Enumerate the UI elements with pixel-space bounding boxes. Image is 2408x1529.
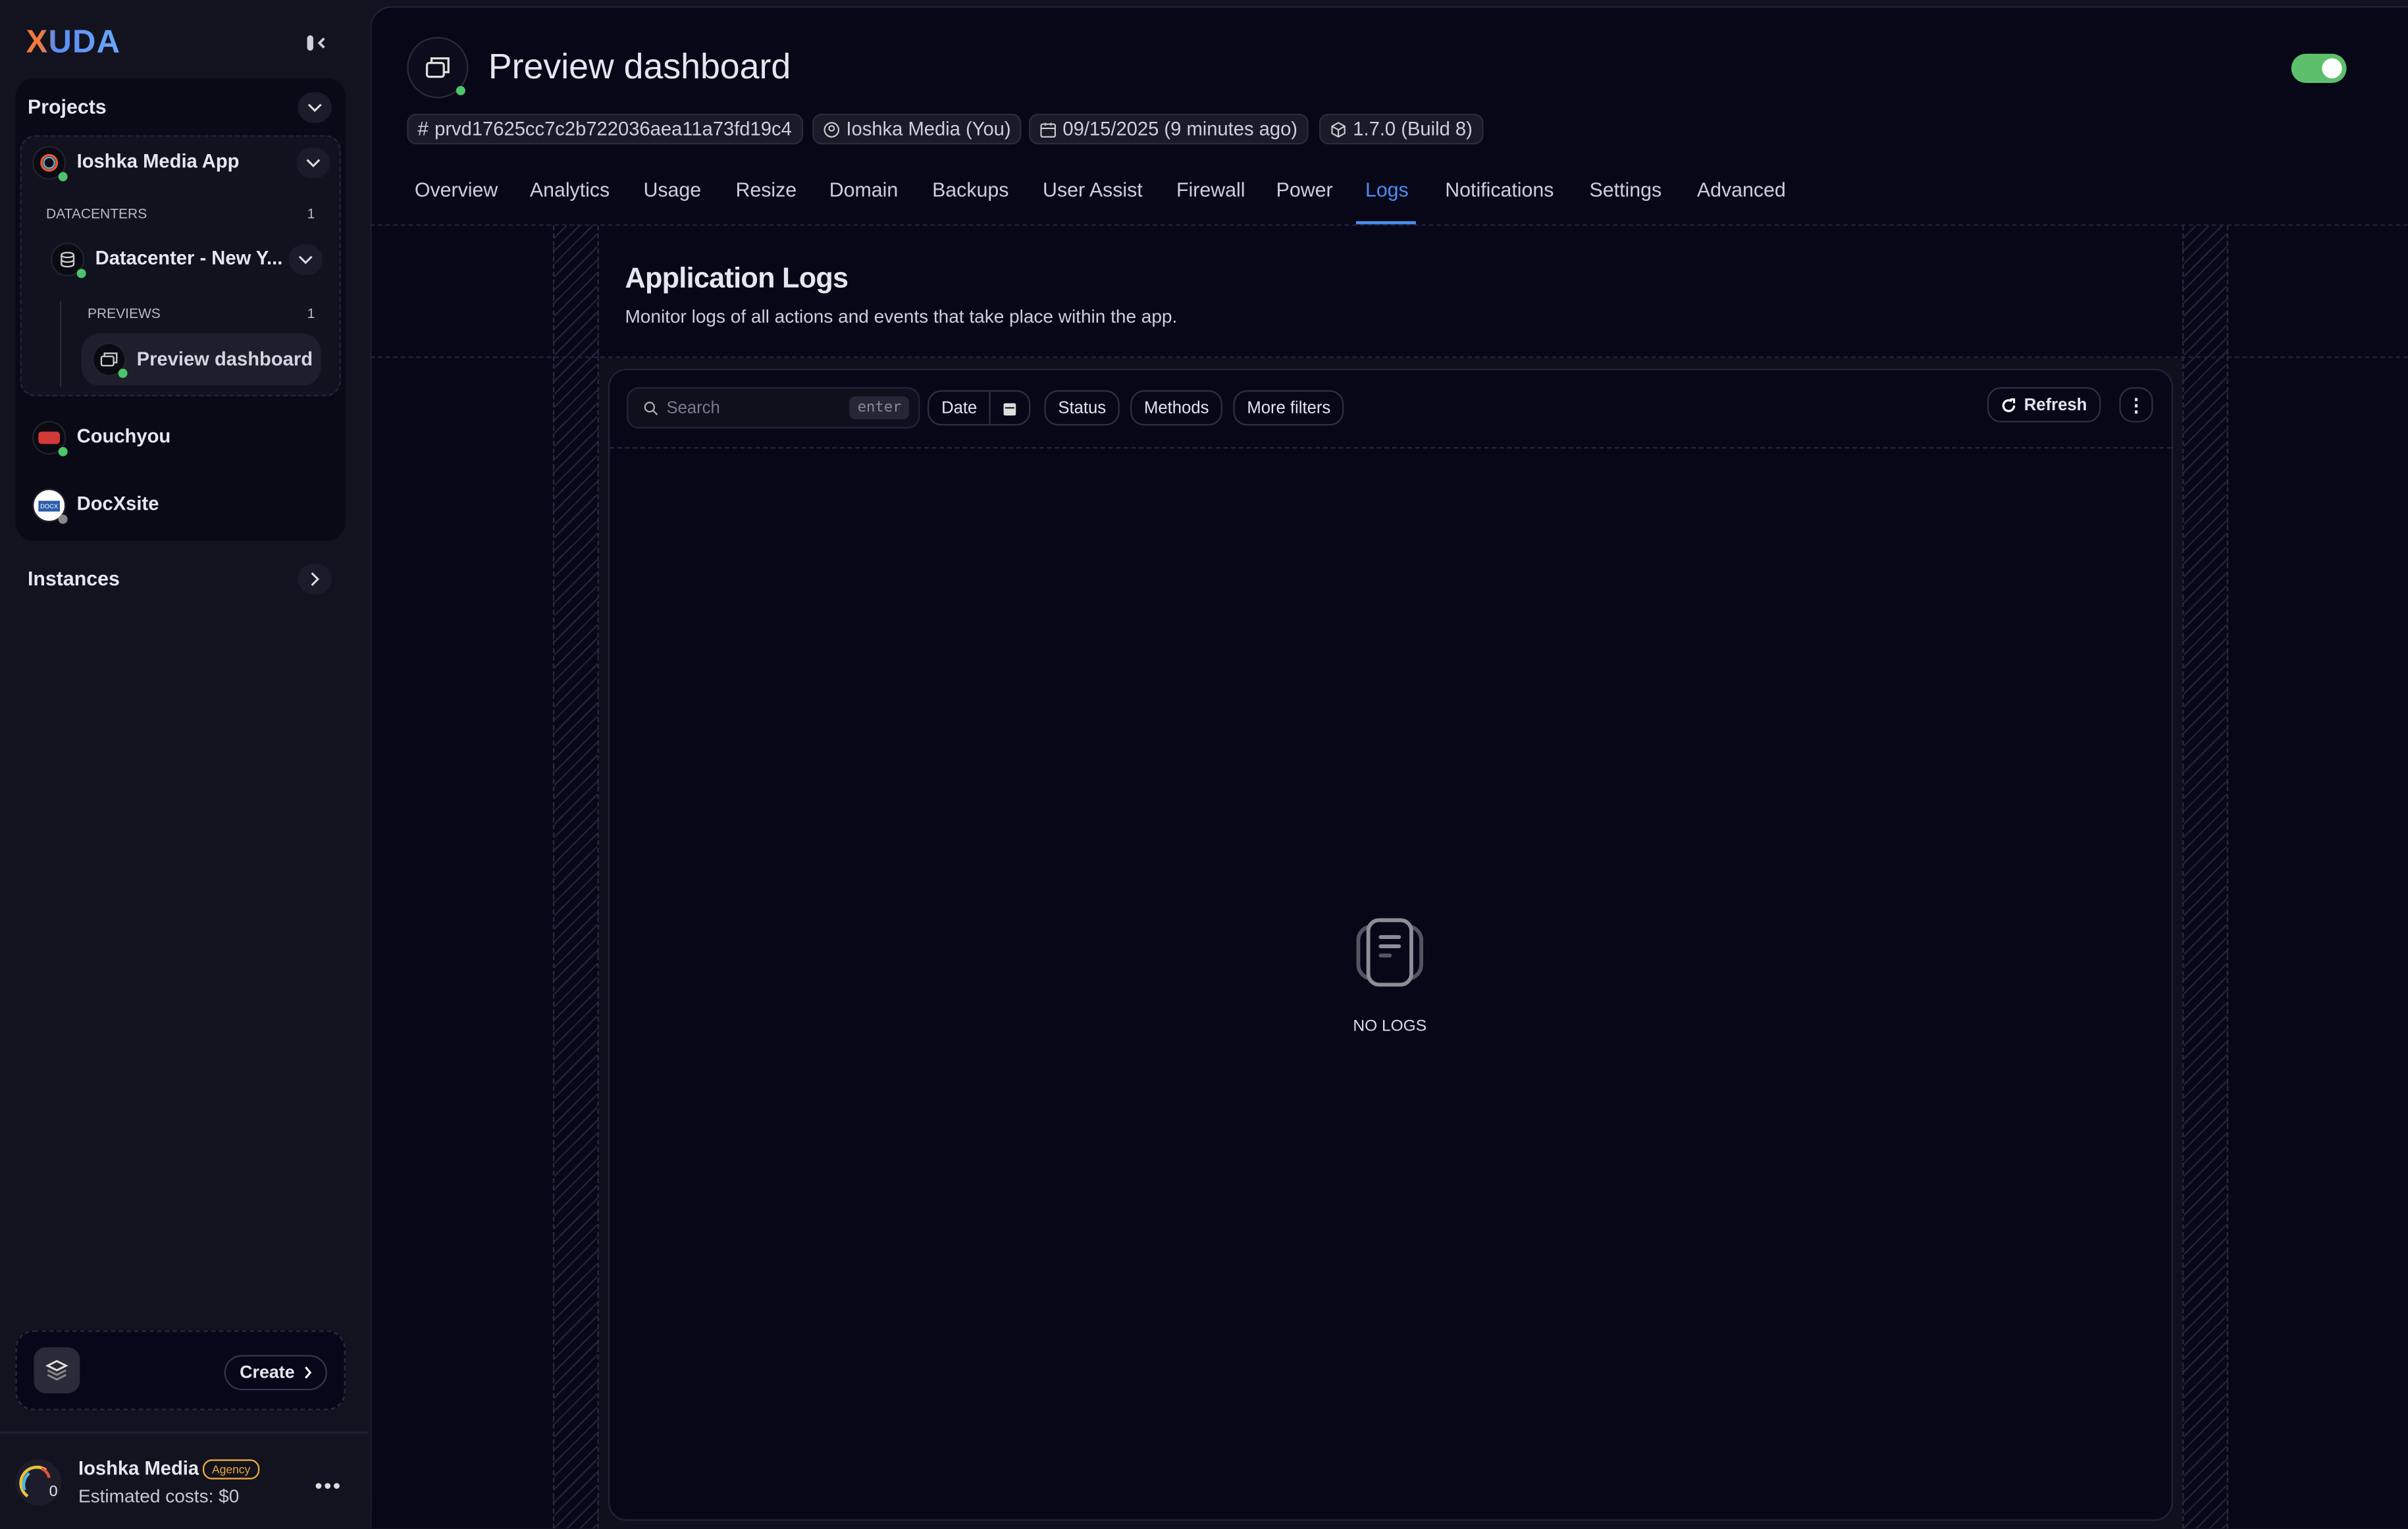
tab-overview[interactable]: Overview [415,178,498,201]
chevron-down-icon [298,255,313,264]
layers-icon [34,1347,80,1393]
datacenter-expand-button[interactable] [289,244,323,275]
tab-settings[interactable]: Settings [1590,178,1662,201]
tab-domain[interactable]: Domain [829,178,899,201]
tab-user-assist[interactable]: User Assist [1043,178,1143,201]
methods-filter[interactable]: Methods [1130,390,1222,426]
enable-toggle[interactable] [2291,54,2347,83]
box-icon [1330,121,1347,138]
tree-line [60,301,61,387]
projects-heading: Projects [28,95,107,119]
search-icon [643,400,658,416]
tab-usage[interactable]: Usage [643,178,701,201]
preview-icon [407,37,468,98]
id-chip[interactable]: #prvd17625cc7c2b722036aea11a73fd19c4 [407,114,802,145]
section-title: Application Logs [625,261,848,295]
owner-chip[interactable]: Ioshka Media (You) [812,114,1022,145]
calendar-icon[interactable] [989,392,1030,424]
instances-expand-button[interactable] [298,564,332,595]
project-avatar [32,146,66,180]
previews-label: PREVIEWS [88,306,161,321]
divider [370,225,2408,226]
docxsite-logo: DOCX [39,500,60,510]
search-input[interactable]: Search enter [627,387,920,429]
agency-badge: Agency [203,1459,259,1479]
date-chip[interactable]: 09/15/2025 (9 minutes ago) [1029,114,1308,145]
page-title: Preview dashboard [488,46,791,88]
divider [0,1432,369,1433]
projects-collapse-button[interactable] [298,92,332,123]
couchyou-avatar [32,421,66,454]
datacenters-label: DATACENTERS [46,206,147,221]
chevron-right-icon [304,1366,312,1380]
instances-heading[interactable]: Instances [28,567,120,590]
version-chip[interactable]: 1.7.0 (Build 8) [1319,114,1483,145]
previews-count: 1 [307,306,315,321]
refresh-button[interactable]: Refresh [1987,387,2101,423]
tab-advanced[interactable]: Advanced [1697,178,1786,201]
tab-power[interactable]: Power [1276,178,1333,201]
datacenter-name[interactable]: Datacenter - New Y... [95,248,283,269]
status-dot [59,172,68,181]
xuda-logo[interactable]: XUDA [26,24,121,61]
create-label: Create [240,1363,295,1381]
datacenters-count: 1 [307,206,315,221]
user-avatar[interactable]: 0 [15,1459,61,1505]
status-dot [77,269,86,278]
project-name[interactable]: Ioshka Media App [77,151,240,173]
section-subtitle: Monitor logs of all actions and events t… [625,306,1177,327]
tab-firewall[interactable]: Firewall [1176,178,1245,201]
more-filters-button[interactable]: More filters [1233,390,1344,426]
project-expand-button[interactable] [296,148,330,178]
docxsite-avatar: DOCX [32,489,66,522]
project-name[interactable]: DocXsite [77,493,159,515]
status-dot [456,86,465,95]
tab-notifications[interactable]: Notifications [1445,178,1554,201]
divider [610,447,2172,448]
refresh-label: Refresh [2024,396,2087,414]
enter-key-hint: enter [850,396,909,419]
no-logs-icon [1356,917,1424,988]
chevron-right-icon [310,572,319,587]
status-filter[interactable]: Status [1044,390,1120,426]
refresh-icon [2001,397,2016,412]
search-placeholder: Search [666,398,842,417]
date-filter-label[interactable]: Date [929,398,989,417]
user-count: 0 [49,1484,58,1501]
date-filter[interactable]: Date [928,390,1031,426]
hatch-column-right [2182,226,2228,1528]
windows-icon [100,352,118,367]
create-button[interactable]: Create [224,1355,327,1391]
sidebar: XUDA Projects Ioshka Media App DATACENTE… [0,0,369,1528]
tab-logs[interactable]: Logs [1365,178,1409,201]
tab-analytics[interactable]: Analytics [530,178,610,201]
empty-state-label: NO LOGS [1313,1017,1467,1035]
calendar-icon [1039,121,1057,138]
chevron-down-icon [307,103,323,112]
project-name[interactable]: Couchyou [77,425,171,447]
more-options-icon[interactable]: ••• [315,1473,342,1497]
collapse-sidebar-icon[interactable] [304,31,328,55]
database-icon [59,250,77,269]
tab-backups[interactable]: Backups [932,178,1008,201]
status-dot [59,515,68,524]
chevron-down-icon [305,158,321,167]
status-dot [118,369,128,378]
preview-avatar [92,342,126,376]
user-name: Ioshka Media [78,1458,199,1480]
hatch-column-left [553,226,599,1528]
more-options-button[interactable]: ⋮ [2119,387,2153,423]
preview-name[interactable]: Preview dashboard [137,349,313,371]
datacenter-avatar [51,243,84,277]
user-circle-icon [823,121,840,138]
status-dot [59,447,68,456]
hash-icon: # [418,119,429,140]
estimated-costs: Estimated costs: $0 [78,1486,239,1507]
tab-resize[interactable]: Resize [735,178,797,201]
